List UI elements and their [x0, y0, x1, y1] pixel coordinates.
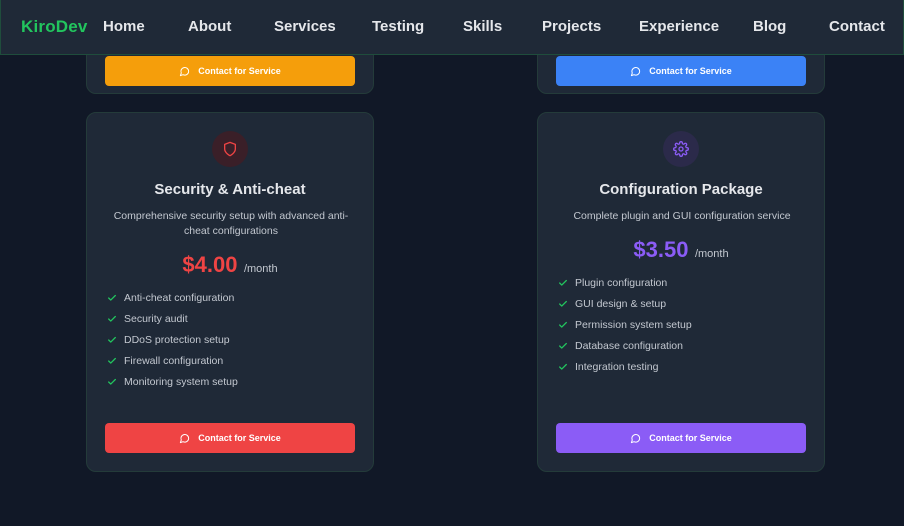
shield-icon [224, 141, 236, 157]
check-icon [559, 342, 567, 349]
feature-label: Plugin configuration [575, 276, 668, 289]
card-title: Security & Anti-cheat [154, 181, 306, 198]
list-item: Monitoring system setup [107, 371, 238, 392]
list-item: Firewall configuration [107, 350, 238, 371]
service-card-security: Security & Anti-cheat Comprehensive secu… [86, 112, 374, 472]
feature-list: Plugin configuration GUI design & setup … [558, 272, 692, 377]
contact-button[interactable]: Contact for Service [556, 423, 806, 453]
check-icon [108, 378, 116, 385]
icon-circle [663, 131, 699, 167]
feature-label: Permission system setup [575, 318, 692, 331]
check-icon [559, 321, 567, 328]
service-card-configuration: Configuration Package Complete plugin an… [537, 112, 825, 472]
check-icon [559, 279, 567, 286]
gear-icon [673, 141, 689, 157]
nav-services[interactable]: Services [274, 18, 336, 35]
price-row: $3.50 /month [538, 237, 824, 263]
list-item: GUI design & setup [558, 293, 692, 314]
check-icon [108, 294, 116, 301]
list-item: DDoS protection setup [107, 329, 238, 350]
price: $3.50 [633, 237, 689, 262]
card-description: Complete plugin and GUI configuration se… [573, 210, 791, 222]
feature-label: GUI design & setup [575, 297, 667, 310]
contact-button[interactable]: Contact for Service [105, 423, 355, 453]
check-icon [108, 336, 116, 343]
list-item: Anti-cheat configuration [107, 287, 238, 308]
chat-icon [180, 66, 190, 76]
chat-icon [631, 66, 641, 76]
check-icon [559, 300, 567, 307]
list-item: Integration testing [558, 356, 692, 377]
nav-about[interactable]: About [188, 18, 231, 35]
contact-button-label: Contact for Service [649, 66, 732, 76]
feature-label: DDoS protection setup [124, 333, 230, 346]
price-period: /month [243, 263, 278, 275]
feature-label: Anti-cheat configuration [124, 291, 235, 304]
nav-projects[interactable]: Projects [542, 18, 601, 35]
contact-button-label: Contact for Service [198, 66, 281, 76]
navbar: KiroDev Home About Services Testing Skil… [0, 0, 904, 55]
contact-button[interactable]: Contact for Service [556, 56, 806, 86]
list-item: Permission system setup [558, 314, 692, 335]
nav-contact[interactable]: Contact [829, 18, 885, 35]
list-item: Database configuration [558, 335, 692, 356]
price-row: $4.00 /month [87, 252, 373, 278]
price-period: /month [694, 248, 729, 260]
nav-home[interactable]: Home [103, 18, 145, 35]
check-icon [108, 315, 116, 322]
check-icon [559, 363, 567, 370]
feature-label: Database configuration [575, 339, 683, 352]
nav-skills[interactable]: Skills [463, 18, 502, 35]
feature-label: Monitoring system setup [124, 375, 238, 388]
card-description: Comprehensive security setup with advanc… [113, 210, 349, 237]
list-item: Security audit [107, 308, 238, 329]
contact-button-label: Contact for Service [198, 433, 281, 443]
chat-icon [180, 433, 190, 443]
feature-label: Security audit [124, 312, 188, 325]
nav-experience[interactable]: Experience [639, 18, 719, 35]
feature-label: Integration testing [575, 360, 659, 373]
logo[interactable]: KiroDev [21, 17, 88, 37]
nav-testing[interactable]: Testing [372, 18, 424, 35]
contact-button-label: Contact for Service [649, 433, 732, 443]
feature-list: Anti-cheat configuration Security audit … [107, 287, 238, 392]
list-item: Plugin configuration [558, 272, 692, 293]
card-title: Configuration Package [599, 181, 763, 198]
nav-blog[interactable]: Blog [753, 18, 786, 35]
chat-icon [631, 433, 641, 443]
icon-circle [212, 131, 248, 167]
check-icon [108, 357, 116, 364]
price: $4.00 [182, 252, 238, 277]
feature-label: Firewall configuration [124, 354, 224, 367]
contact-button[interactable]: Contact for Service [105, 56, 355, 86]
